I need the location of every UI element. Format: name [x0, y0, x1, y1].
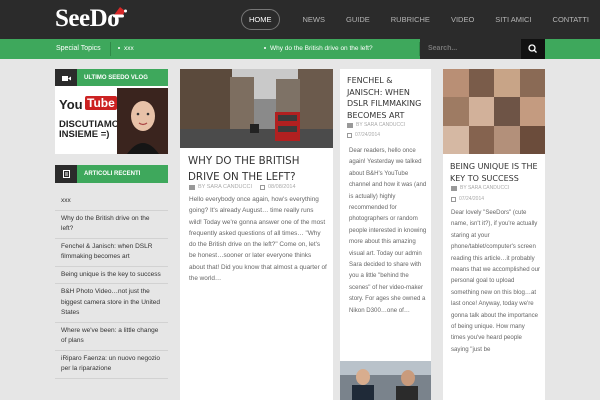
recent-articles-list: xxx Why do the British drive on the left… [55, 193, 168, 379]
search-icon [528, 44, 537, 53]
london-street-photo[interactable] [180, 69, 333, 148]
special-topics-label: Special Topics [56, 45, 101, 52]
post-card: FENCHEL & JANISCH: WHEN DSLR FILMMAKING … [340, 69, 431, 400]
post-title[interactable]: FENCHEL & JANISCH: WHEN DSLR FILMMAKING … [347, 75, 429, 121]
post-card: BEING UNIQUE IS THE KEY TO SUCCESS BY SA… [443, 69, 545, 400]
search-button[interactable] [521, 39, 545, 59]
video-camera-icon [55, 69, 77, 87]
calendar-icon [451, 196, 456, 202]
post-excerpt: Dear readers, hello once again! Yesterda… [349, 147, 427, 314]
list-item[interactable]: Why do the British drive on the left? [55, 211, 168, 239]
nav-guide[interactable]: GUIDE [340, 9, 376, 30]
list-item[interactable]: xxx [55, 193, 168, 211]
divider [110, 42, 111, 56]
post-date: 08/08/2014 [268, 184, 296, 190]
document-icon [55, 165, 77, 183]
post-meta: BY SARA CANDUCCI [347, 122, 405, 128]
recent-articles-title: ARTICOLI RECENTI [84, 171, 141, 177]
author-icon [189, 184, 195, 190]
author-icon [347, 122, 353, 128]
post-author: BY SARA CANDUCCI [460, 185, 510, 191]
nav-rubriche[interactable]: RUBRICHE [385, 9, 436, 30]
topic-link-label: xxx [124, 45, 134, 52]
site-logo[interactable]: SeeDo [55, 5, 120, 33]
topic-link[interactable]: xxx [118, 39, 134, 59]
topic-link[interactable]: Why do the British drive on the left? [264, 39, 373, 59]
post-date: 07/24/2014 [459, 196, 485, 202]
nav-contatti[interactable]: CONTATTI [547, 9, 595, 30]
post-excerpt: Dear lovely "SeeDors" (cute name, isn't … [451, 209, 541, 353]
post-author: BY SARA CANDUCCI [356, 122, 406, 128]
top-header: SeeDo HOME NEWS GUIDE RUBRICHE VIDEO SIT… [0, 0, 600, 39]
post-title[interactable]: WHY DO THE BRITISH DRIVE ON THE LEFT? [188, 153, 328, 185]
author-icon [451, 185, 457, 191]
post-meta: BY SARA CANDUCCI 08/08/2014 [189, 184, 296, 190]
post-author: BY SARA CANDUCCI [198, 184, 252, 190]
vlog-caption: DISCUTIAMO INSIEME =) [59, 119, 120, 140]
calendar-icon [260, 184, 265, 190]
post-card: WHY DO THE BRITISH DRIVE ON THE LEFT? BY… [180, 69, 333, 400]
search-input[interactable] [420, 39, 521, 59]
topics-bar: Special Topics xxx Why do the British dr… [0, 39, 600, 59]
vlogger-photo [117, 88, 168, 154]
main-nav: HOME NEWS GUIDE RUBRICHE VIDEO SITI AMIC… [241, 9, 595, 30]
santa-hat-icon [113, 7, 127, 18]
nav-home[interactable]: HOME [241, 9, 280, 30]
youtube-logo-you: You [59, 97, 83, 112]
list-item[interactable]: Where we've been: a little change of pla… [55, 323, 168, 351]
youtube-logo-tube: Tube [85, 96, 117, 110]
post-meta: BY SARA CANDUCCI [451, 185, 509, 191]
post-title[interactable]: BEING UNIQUE IS THE KEY TO SUCCESS [450, 161, 542, 184]
topic-link-label: Why do the British drive on the left? [270, 45, 373, 52]
filmmakers-photo[interactable] [340, 361, 431, 400]
faces-collage-photo[interactable] [443, 69, 545, 154]
nav-video[interactable]: VIDEO [445, 9, 480, 30]
list-item[interactable]: B&H Photo Video…not just the biggest cam… [55, 284, 168, 323]
vlog-widget-header: ULTIMO SEEDO VLOG [55, 69, 168, 87]
post-meta: 07/24/2014 [451, 196, 484, 202]
nav-news[interactable]: NEWS [297, 9, 332, 30]
list-item[interactable]: Fenchel & Janisch: when DSLR filmmaking … [55, 239, 168, 267]
bullet-icon [264, 47, 266, 50]
vlog-thumbnail[interactable]: You Tube DISCUTIAMO INSIEME =) [55, 86, 168, 154]
post-excerpt: Hello everybody once again, how's everyt… [189, 196, 327, 283]
nav-siti-amici[interactable]: SITI AMICI [489, 9, 537, 30]
list-item[interactable]: iRiparo Faenza: un nuovo negozio per la … [55, 351, 168, 379]
vlog-widget-title: ULTIMO SEEDO VLOG [84, 75, 148, 81]
post-date: 07/24/2014 [355, 132, 381, 138]
recent-articles-header: ARTICOLI RECENTI [55, 165, 168, 183]
post-meta: 07/24/2014 [347, 132, 380, 138]
calendar-icon [347, 132, 352, 138]
list-item[interactable]: Being unique is the key to success [55, 267, 168, 284]
bullet-icon [118, 47, 120, 50]
